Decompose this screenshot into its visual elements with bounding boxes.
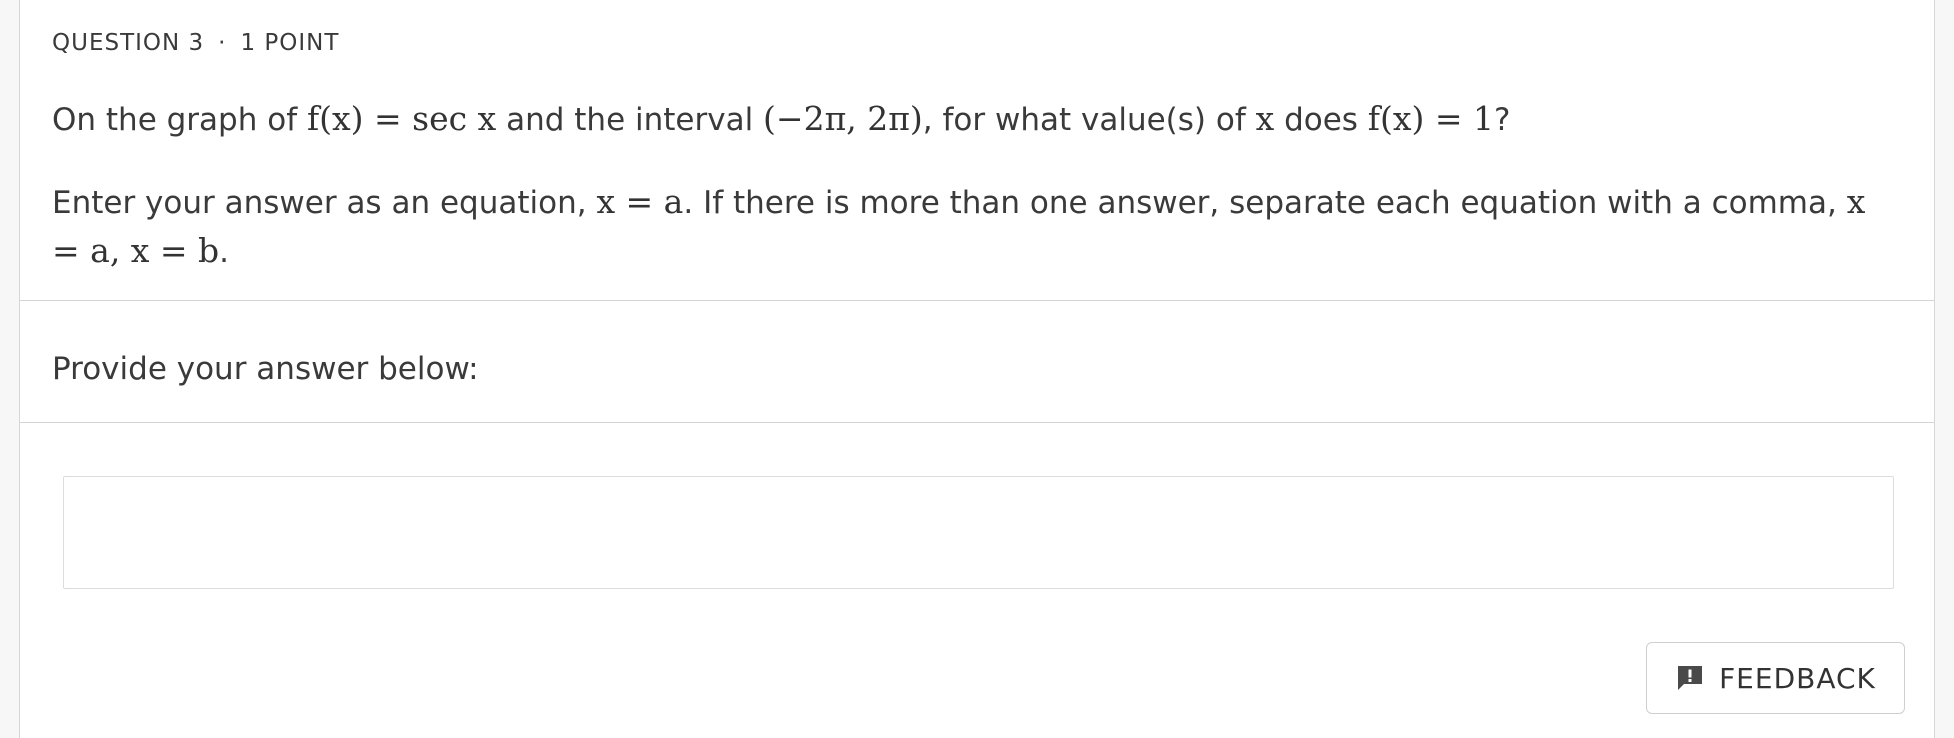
instructions-math-single: x = a — [596, 182, 684, 221]
question-header: QUESTION 3 · 1 POINT — [52, 30, 339, 56]
answer-input[interactable] — [63, 476, 1894, 589]
prompt-text-1: On the graph of — [52, 102, 307, 138]
prompt-text-5: ? — [1494, 102, 1511, 138]
prompt-text-4: does — [1274, 102, 1368, 138]
question-points: 1 POINT — [240, 30, 340, 56]
prompt-math-variable: x — [1255, 99, 1275, 138]
instructions-text-2: . If there is more than one answer, sepa… — [683, 185, 1847, 221]
prompt-text-2: and the interval — [496, 102, 764, 138]
section-divider-top — [20, 300, 1934, 301]
prompt-math-interval: (−2π, 2π) — [763, 99, 923, 138]
feedback-icon — [1675, 663, 1705, 693]
answer-instructions: Enter your answer as an equation, x = a.… — [52, 178, 1892, 276]
prompt-math-function: f(x) = sec x — [306, 99, 497, 138]
question-prompt: On the graph of f(x) = sec x and the int… — [52, 98, 1510, 141]
feedback-button-label: FEEDBACK — [1719, 661, 1876, 695]
section-divider-bottom — [20, 422, 1934, 423]
instructions-text-1: Enter your answer as an equation, — [52, 185, 597, 221]
question-number: QUESTION 3 — [52, 30, 205, 56]
header-separator: · — [218, 30, 227, 56]
feedback-button[interactable]: FEEDBACK — [1646, 642, 1905, 714]
instructions-text-3: . — [219, 234, 230, 270]
prompt-text-3: , for what value(s) of — [922, 102, 1256, 138]
prompt-math-equation: f(x) = 1 — [1367, 99, 1494, 138]
question-card: QUESTION 3 · 1 POINT On the graph of f(x) … — [19, 0, 1935, 738]
answer-prompt-label: Provide your answer below: — [52, 351, 479, 387]
